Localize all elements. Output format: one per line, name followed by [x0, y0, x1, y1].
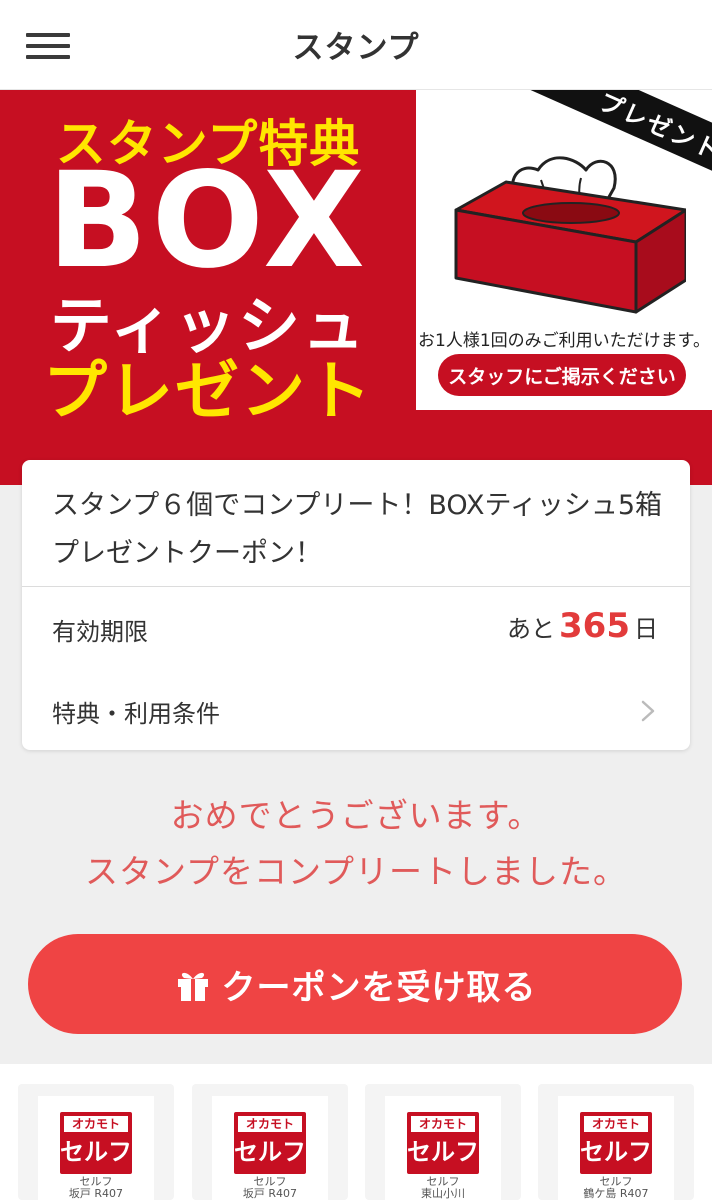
- logo-top-text: オカモト: [584, 1116, 648, 1132]
- stamp-card: オカモト セルフ セルフ 東山小川: [365, 1084, 521, 1200]
- validity-suffix: 日: [634, 615, 658, 643]
- validity-prefix: あと: [507, 615, 556, 643]
- show-staff-badge: スタッフにご掲示ください: [438, 354, 686, 396]
- coupon-card: スタンプ６個でコンプリート！BOXティッシュ5箱プレゼントクーポン！ 有効期限 …: [22, 460, 690, 750]
- logo-top-text: オカモト: [64, 1116, 128, 1132]
- banner-headline: スタンプ特典 BOX ティッシュ プレゼント: [0, 90, 416, 485]
- stamp-logo: オカモト セルフ: [407, 1112, 479, 1174]
- banner-line-4: プレゼント: [43, 355, 373, 429]
- card-divider: [22, 586, 690, 587]
- validity-label: 有効期限: [52, 618, 148, 646]
- terms-label: 特典・利用条件: [52, 700, 220, 728]
- stamp-logo: オカモト セルフ: [234, 1112, 306, 1174]
- stamp-caption: セルフ 坂戸 R407: [242, 1175, 298, 1200]
- banner-line-2: BOX: [47, 144, 369, 298]
- validity-days: 365: [559, 606, 630, 646]
- page-title: スタンプ: [292, 30, 420, 66]
- stamp-caption: セルフ 東山小川: [421, 1175, 465, 1200]
- stamp-card: オカモト セルフ セルフ 坂戸 R407: [18, 1084, 174, 1200]
- terms-link[interactable]: 特典・利用条件: [22, 680, 690, 740]
- congrats-message: おめでとうございます。 スタンプをコンプリートしました。: [0, 788, 712, 900]
- logo-top-text: オカモト: [411, 1116, 475, 1132]
- stamp-grid: オカモト セルフ セルフ 坂戸 R407 オカモト セルフ セルフ 坂戸 R407 …: [0, 1064, 712, 1200]
- logo-bottom-text: セルフ: [407, 1138, 479, 1166]
- stamp-logo: オカモト セルフ: [60, 1112, 132, 1174]
- receive-coupon-button[interactable]: クーポンを受け取る: [28, 934, 682, 1034]
- tissue-box-icon: [454, 156, 686, 314]
- coupon-title: スタンプ６個でコンプリート！BOXティッシュ5箱プレゼントクーポン！: [52, 490, 663, 569]
- hamburger-menu-icon[interactable]: [26, 33, 70, 61]
- promo-banner: スタンプ特典 BOX ティッシュ プレゼント プレゼント お1人様1回のみご利用…: [0, 90, 712, 485]
- chevron-right-icon: [641, 700, 655, 722]
- logo-top-text: オカモト: [238, 1116, 302, 1132]
- banner-illustration-panel: プレゼント お1人様1回のみご利用いただけます。 スタッフにご掲示ください: [416, 90, 712, 410]
- receive-coupon-label: クーポンを受け取る: [221, 967, 537, 1008]
- usage-note: お1人様1回のみご利用いただけます。: [418, 331, 710, 351]
- congrats-line-2: スタンプをコンプリートしました。: [84, 852, 628, 891]
- stamp-caption: セルフ 坂戸 R407: [68, 1175, 124, 1200]
- congrats-line-1: おめでとうございます。: [170, 796, 542, 835]
- logo-bottom-text: セルフ: [234, 1138, 306, 1166]
- logo-bottom-text: セルフ: [60, 1138, 132, 1166]
- gift-icon: [177, 972, 208, 1001]
- validity-value: あと 365 日: [507, 606, 658, 646]
- stamp-logo: オカモト セルフ: [580, 1112, 652, 1174]
- logo-bottom-text: セルフ: [580, 1138, 652, 1166]
- stamp-caption: セルフ 鶴ケ島 R407: [583, 1175, 649, 1200]
- stamp-card: オカモト セルフ セルフ 坂戸 R407: [192, 1084, 348, 1200]
- app-header: スタンプ: [0, 0, 712, 90]
- stamp-card: オカモト セルフ セルフ 鶴ケ島 R407: [538, 1084, 694, 1200]
